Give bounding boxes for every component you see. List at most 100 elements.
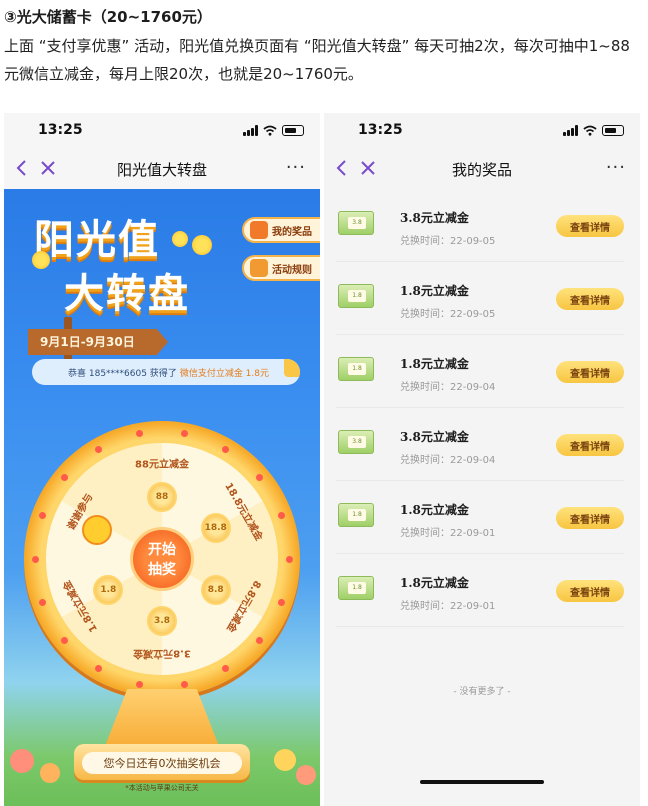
status-bar: 13:25: [4, 113, 320, 149]
smiley-icon: [82, 515, 112, 545]
wheel-light-dot: [277, 512, 285, 520]
nav-title: 我的奖品: [451, 161, 512, 179]
ticker-text: 恭喜 185****6605 获得了: [68, 368, 177, 379]
disclaimer: *本活动与苹果公司无关: [125, 784, 199, 792]
voucher-thumbnail-icon: 1.8: [338, 503, 374, 527]
prize-row: 1.8 1.8元立减金兑换时间：22-09-05 查看详情: [336, 262, 624, 335]
voucher-thumb-value: 1.8: [348, 509, 366, 521]
wheel-light-dot: [222, 445, 229, 453]
home-indicator: [420, 780, 544, 784]
nav-title: 阳光值大转盘: [116, 161, 207, 179]
coin-icon: 3.8: [147, 606, 177, 636]
prize-row: 1.8 1.8元立减金兑换时间：22-09-04 查看详情: [336, 335, 624, 408]
status-time: 13:25: [358, 122, 403, 138]
sun-icon: [192, 235, 212, 255]
prize-name: 1.8元立减金: [400, 576, 469, 590]
rules-label: 活动规则: [272, 264, 312, 276]
wheel-light-dot: [95, 445, 102, 453]
wheel-light-dot: [285, 555, 293, 563]
wheel-light-dot: [31, 555, 39, 563]
flower-icon: [274, 749, 296, 771]
prize-row: 3.8 3.8元立减金兑换时间：22-09-04 查看详情: [336, 408, 624, 481]
start-draw-label-2: 抽奖: [148, 562, 176, 578]
voucher-thumb-value: 1.8: [348, 582, 366, 594]
view-details-button[interactable]: 查看详情: [556, 288, 624, 310]
view-details-button[interactable]: 查看详情: [556, 434, 624, 456]
voucher-thumbnail-icon: 1.8: [338, 284, 374, 308]
status-bar: 13:25: [324, 113, 640, 149]
phone-prizes-screen: 13:25 我的奖品 ··· 3.8 3.8元立减金 兑换时间：22-09-05 查看…: [324, 113, 640, 806]
voucher-thumb-value: 3.8: [348, 436, 366, 448]
flower-icon: [10, 749, 34, 773]
winner-ticker: 恭喜 185****6605 获得了 微信支付立减金 1.8元: [32, 359, 300, 385]
wheel-light-dot: [277, 598, 285, 606]
wheel-light-dot: [255, 473, 263, 481]
nav-bar: 我的奖品 ···: [324, 149, 640, 189]
view-details-button[interactable]: 查看详情: [556, 580, 624, 602]
voucher-thumb-value: 1.8: [348, 363, 366, 375]
coin-icon: 18.8: [200, 513, 231, 543]
wheel-light-dot: [255, 637, 263, 645]
flower-icon: [296, 765, 316, 785]
gift-icon: [250, 221, 268, 239]
voucher-thumb-value: 3.8: [348, 217, 366, 229]
more-icon[interactable]: ···: [606, 157, 626, 178]
battery-icon: [602, 125, 624, 136]
phone-wheel-screen: 13:25 阳光值大转盘 ··· 阳光值 大转盘 我的奖品 活动规则 9月1日-…: [4, 113, 320, 806]
date-signboard: 9月1日-9月30日: [28, 329, 168, 355]
signal-icon: [243, 125, 258, 136]
chances-remaining: 您今日还有0次抽奖机会: [82, 752, 242, 774]
prize-row: 3.8 3.8元立减金 兑换时间：22-09-05 查看详情: [336, 189, 624, 262]
prize-row: 1.8 1.8元立减金兑换时间：22-09-01 查看详情: [336, 554, 624, 627]
voucher-thumbnail-icon: 1.8: [338, 357, 374, 381]
prize-row: 1.8 1.8元立减金兑换时间：22-09-01 查看详情: [336, 481, 624, 554]
date-range: 9月1日-9月30日: [40, 335, 135, 349]
wifi-icon: [583, 125, 597, 136]
voucher-thumb-value: 1.8: [348, 290, 366, 302]
nav-bar: 阳光值大转盘 ···: [4, 149, 320, 189]
logo-line2: 大转盘: [64, 271, 190, 317]
article-paragraph: 上面 “支付享优惠” 活动，阳光值兑换页面有 “阳光值大转盘” 每天可抽2次，每…: [4, 37, 630, 83]
ticker-prize: 微信支付立减金 1.8元: [179, 368, 269, 379]
status-icons: [243, 125, 304, 136]
wheel-game-area: 阳光值 大转盘 我的奖品 活动规则 9月1日-9月30日 恭喜 185****6…: [4, 189, 320, 806]
my-prizes-label: 我的奖品: [272, 226, 312, 238]
wheel-light-dot: [61, 473, 69, 481]
sun-icon: [32, 251, 50, 269]
wheel-light-dot: [180, 430, 188, 438]
prize-name: 1.8元立减金: [400, 357, 469, 371]
status-icons: [563, 125, 624, 136]
start-draw-label-1: 开始: [148, 542, 176, 558]
voucher-thumbnail-icon: 3.8: [338, 211, 374, 235]
more-icon[interactable]: ···: [286, 157, 306, 178]
logo-line1: 阳光值: [34, 217, 160, 263]
view-details-button[interactable]: 查看详情: [556, 361, 624, 383]
status-time: 13:25: [38, 122, 83, 138]
my-prizes-button[interactable]: 我的奖品: [242, 217, 320, 243]
wheel-segment-label: 88元立减金: [135, 459, 189, 471]
redeem-date: 兑换时间：22-09-04: [400, 455, 496, 466]
article-title: ③光大储蓄卡（20~1760元）: [4, 8, 212, 26]
coin-icon: 8.8: [200, 575, 231, 605]
redeem-date: 兑换时间：22-09-01: [400, 601, 496, 612]
redeem-date: 兑换时间：22-09-01: [400, 528, 496, 539]
rules-doc-icon: [250, 259, 268, 277]
sun-icon: [172, 231, 188, 247]
view-details-button[interactable]: 查看详情: [556, 507, 624, 529]
rules-button[interactable]: 活动规则: [242, 255, 320, 281]
view-details-button[interactable]: 查看详情: [556, 215, 624, 237]
prize-list: 3.8 3.8元立减金 兑换时间：22-09-05 查看详情 1.8 1.8元立减金 兑换时…: [324, 189, 640, 627]
redeem-date: 兑换时间：22-09-04: [400, 382, 496, 393]
redeem-date: 兑换时间：22-09-05: [400, 236, 496, 247]
redeem-date: 兑换时间：22-09-05: [400, 309, 496, 320]
prize-name: 3.8元立减金: [400, 430, 469, 444]
wheel-segment-label: 3.8元立减金: [133, 647, 191, 659]
wifi-icon: [263, 125, 277, 136]
start-draw-button[interactable]: 开始 抽奖: [130, 527, 194, 591]
prize-name: 1.8元立减金: [400, 503, 469, 517]
prize-wheel: 88元立减金 18.8元立减金 8.8元立减金 3.8元立减金 1.8元立减金 谢谢参与 8…: [24, 421, 300, 697]
voucher-thumbnail-icon: 3.8: [338, 430, 374, 454]
voucher-thumbnail-icon: 1.8: [338, 576, 374, 600]
prize-name: 1.8元立减金: [400, 284, 469, 298]
coin-icon: 88: [147, 482, 177, 512]
